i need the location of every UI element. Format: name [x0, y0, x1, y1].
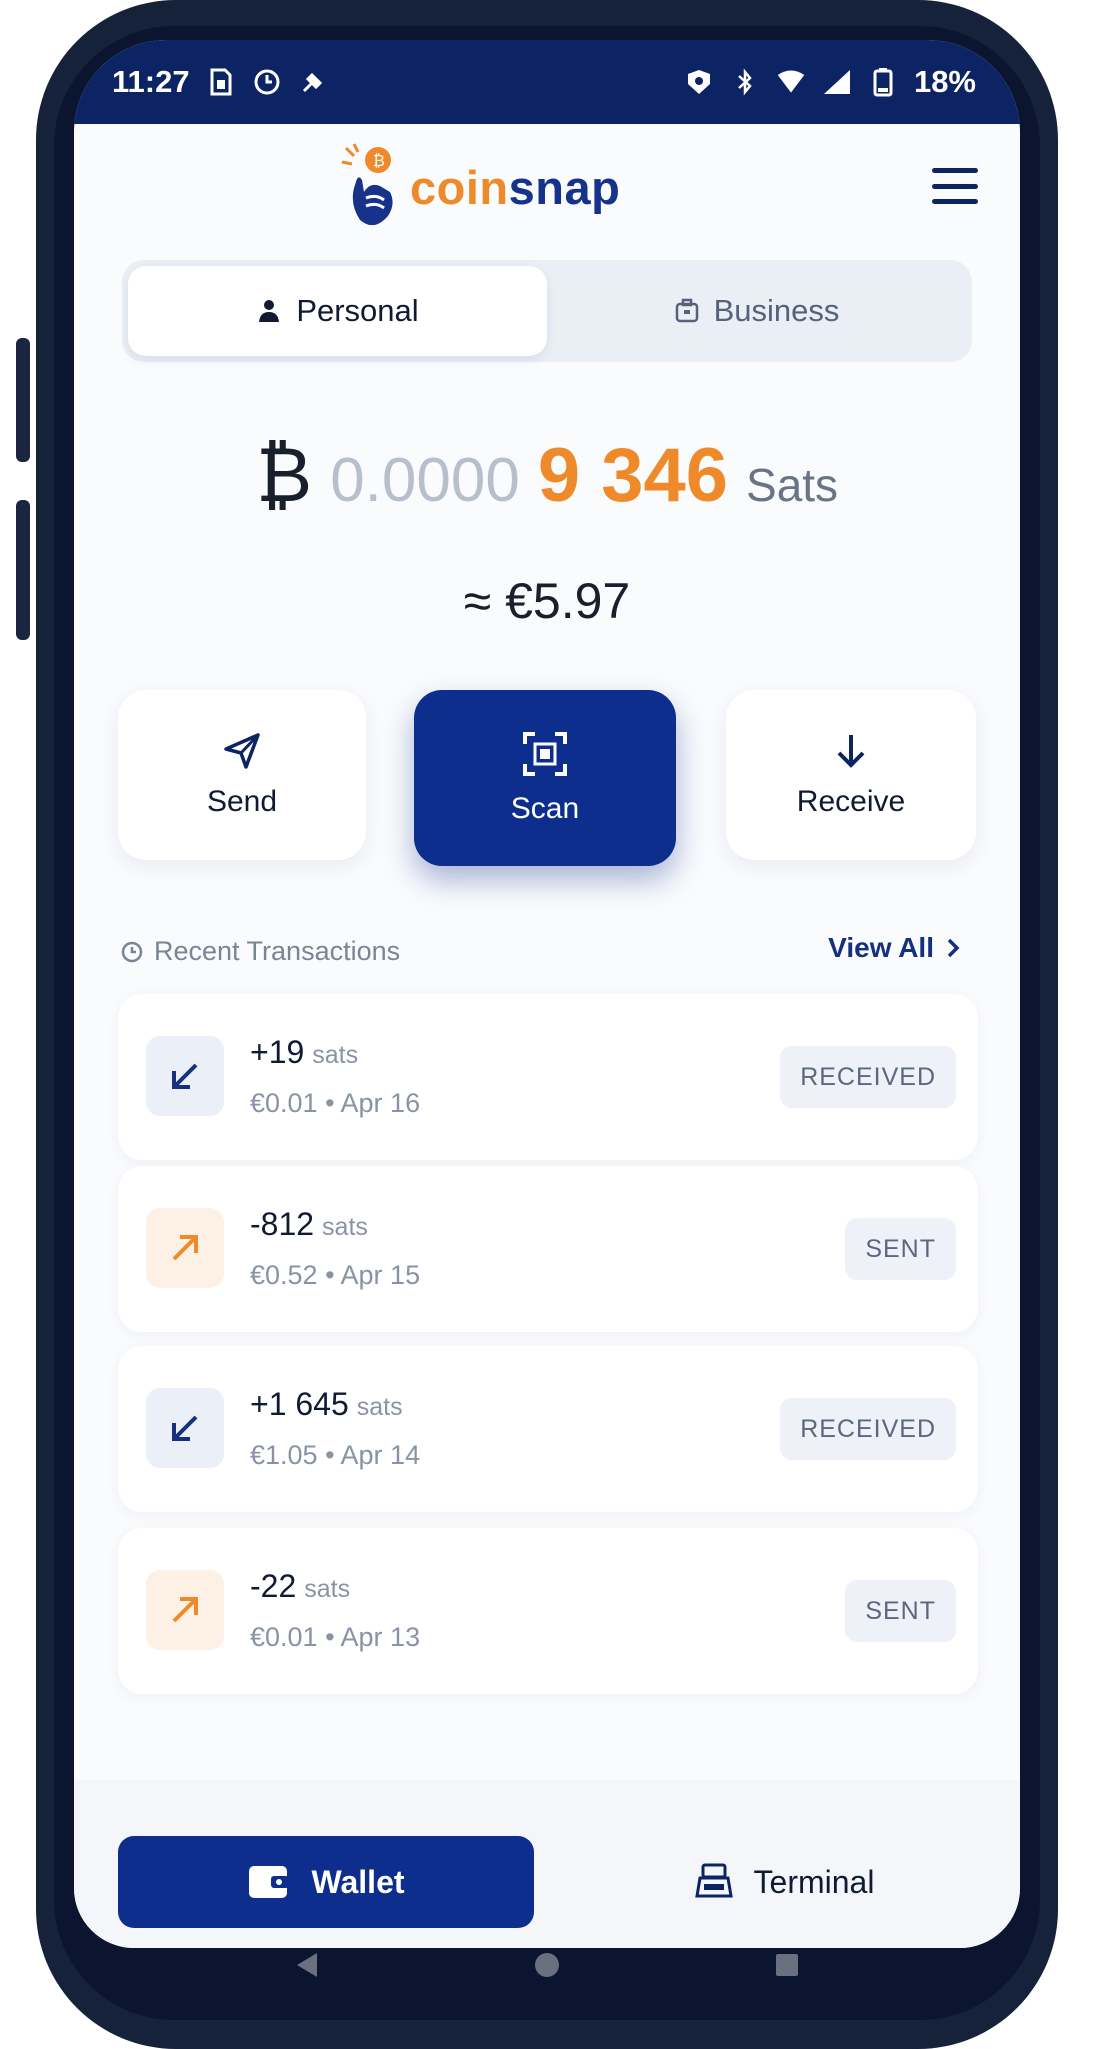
- receive-label: Receive: [796, 785, 906, 818]
- nav-terminal-label: Terminal: [753, 1863, 875, 1900]
- history-icon: [121, 941, 143, 962]
- transaction-unit: sats: [356, 1393, 403, 1421]
- tools-icon: [298, 67, 328, 97]
- balance-display: ₿ 0.0000 9 346 Sats: [74, 430, 1020, 519]
- tab-personal-label: Personal: [296, 293, 419, 328]
- transaction-row[interactable]: -22 sats €0.01 • Apr 13 SENT: [118, 1528, 978, 1694]
- scan-label: Scan: [510, 792, 580, 825]
- terminal-icon: [694, 1863, 733, 1898]
- transaction-meta: €1.05 • Apr 14: [250, 1440, 421, 1470]
- nav-wallet-label: Wallet: [311, 1863, 405, 1900]
- send-icon: [224, 733, 260, 769]
- system-nav-bar: [74, 1920, 1020, 2010]
- battery-icon: [868, 67, 898, 97]
- arrow-in-icon: [146, 1036, 224, 1116]
- data-saver-icon: [252, 67, 282, 97]
- transaction-meta: €0.01 • Apr 16: [250, 1088, 421, 1118]
- fiat-balance: ≈ €5.97: [463, 573, 631, 629]
- status-bar: 11:27 18%: [74, 40, 1020, 124]
- logo-text-snap: snap: [508, 160, 621, 214]
- wifi-icon: [776, 67, 806, 97]
- tab-business-label: Business: [713, 293, 840, 328]
- transaction-amount: -22: [250, 1568, 297, 1604]
- tab-business[interactable]: Business: [547, 266, 966, 356]
- battery-level: 18%: [913, 64, 976, 99]
- receive-icon: [837, 735, 865, 768]
- signal-icon: [822, 67, 852, 97]
- transaction-unit: sats: [312, 1041, 359, 1069]
- balance-amount: 9 346: [537, 433, 729, 518]
- menu-icon[interactable]: [932, 168, 978, 204]
- logo-hand-icon: ₿: [341, 143, 393, 226]
- arrow-in-icon: [146, 1388, 224, 1468]
- view-all-label: View All: [828, 932, 934, 963]
- person-icon: [259, 300, 280, 322]
- recent-title-text: Recent Transactions: [154, 936, 401, 966]
- nav-terminal-button[interactable]: Terminal: [594, 1836, 974, 1928]
- view-all-link[interactable]: View All: [828, 932, 960, 964]
- briefcase-icon: [675, 298, 698, 323]
- arrow-out-icon: [146, 1570, 224, 1650]
- transaction-unit: sats: [304, 1575, 351, 1603]
- nav-wallet-button[interactable]: Wallet: [118, 1836, 534, 1928]
- send-label: Send: [206, 785, 278, 818]
- status-badge: RECEIVED: [780, 1046, 956, 1108]
- transaction-row[interactable]: +19 sats €0.01 • Apr 16 RECEIVED: [118, 994, 978, 1160]
- chevron-right-icon: [947, 938, 960, 958]
- volume-button: [16, 338, 30, 462]
- svg-text:₿: ₿: [373, 151, 385, 170]
- sim-card-icon: [206, 67, 236, 97]
- bitcoin-icon: ₿: [255, 430, 313, 519]
- transaction-row[interactable]: -812 sats €0.52 • Apr 15 SENT: [118, 1166, 978, 1332]
- recents-icon[interactable]: [762, 1940, 812, 1990]
- status-badge: RECEIVED: [780, 1398, 956, 1460]
- transaction-amount: -812: [250, 1206, 315, 1242]
- tab-personal[interactable]: Personal: [128, 266, 547, 356]
- app-header: ₿ coinsnap: [74, 124, 1020, 274]
- vibrate-icon: [684, 67, 714, 97]
- transaction-meta: €0.01 • Apr 13: [250, 1622, 421, 1652]
- logo-text-coin: coin: [410, 160, 509, 214]
- action-buttons: Send Scan Receive: [118, 690, 978, 866]
- home-icon[interactable]: [522, 1940, 572, 1990]
- transaction-meta: €0.52 • Apr 15: [250, 1260, 421, 1290]
- account-toggle: Personal Business: [122, 260, 972, 362]
- status-badge: SENT: [845, 1580, 956, 1642]
- balance-unit: Sats: [746, 459, 839, 511]
- balance-leading-zeros: 0.0000: [330, 446, 520, 515]
- status-badge: SENT: [845, 1218, 956, 1280]
- arrow-out-icon: [146, 1208, 224, 1288]
- transaction-unit: sats: [322, 1213, 368, 1241]
- scan-button[interactable]: Scan: [414, 690, 676, 866]
- transaction-row[interactable]: +1 645 sats €1.05 • Apr 14 RECEIVED: [118, 1346, 978, 1512]
- scan-icon: [523, 732, 567, 776]
- app-screen: 11:27 18% ₿ coinsnap Personal Business ₿…: [74, 40, 1020, 1948]
- status-time: 11:27: [112, 64, 190, 99]
- wallet-icon: [249, 1866, 290, 1898]
- power-button: [16, 500, 30, 640]
- receive-button[interactable]: Receive: [726, 690, 976, 860]
- send-button[interactable]: Send: [118, 690, 366, 860]
- recent-transactions-heading: Recent Transactions: [120, 936, 400, 967]
- back-icon[interactable]: [282, 1940, 332, 1990]
- transaction-amount: +19: [250, 1034, 305, 1070]
- coinsnap-logo: ₿ coinsnap: [340, 142, 620, 232]
- bluetooth-icon: [730, 67, 760, 97]
- transaction-amount: +1 645: [250, 1386, 349, 1422]
